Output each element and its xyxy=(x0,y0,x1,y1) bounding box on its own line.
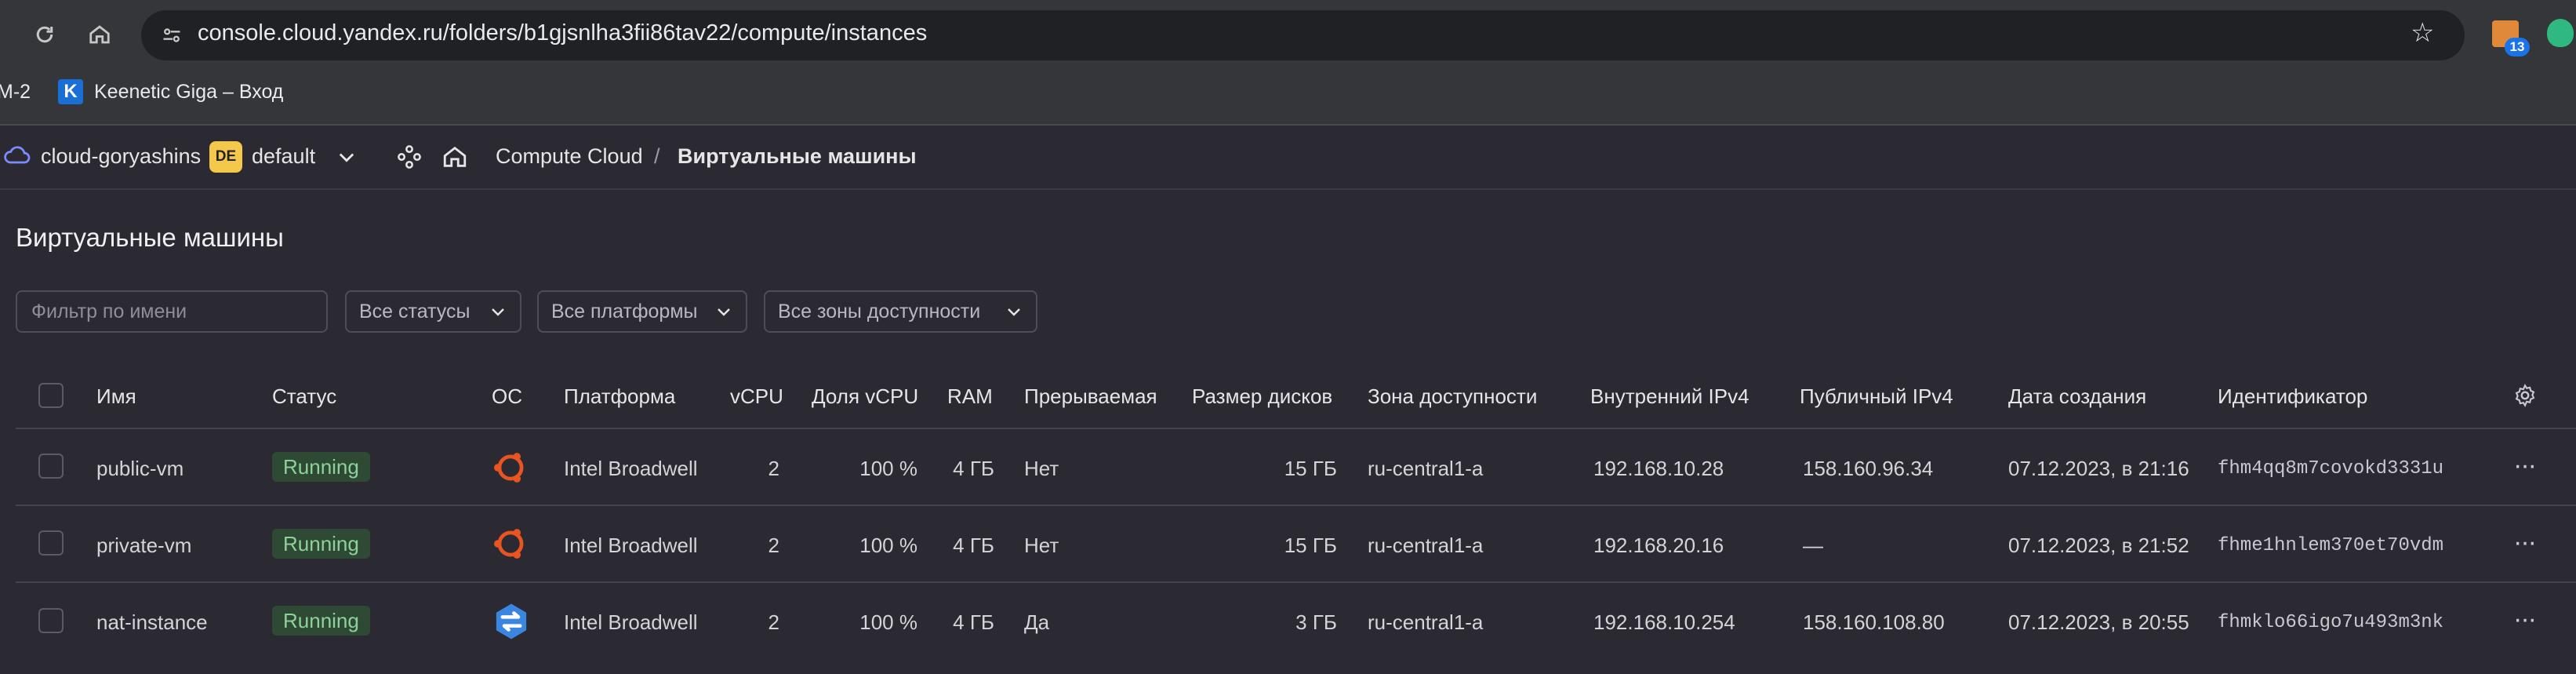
created-cell: 07.12.2023, в 21:52 xyxy=(2008,534,2189,557)
chevron-down-icon[interactable] xyxy=(336,146,358,172)
row-checkbox[interactable] xyxy=(38,608,64,633)
public-ip-cell: — xyxy=(1803,534,1823,557)
vcpu-share-cell: 100 % xyxy=(859,457,917,480)
row-menu-icon[interactable]: ··· xyxy=(2513,450,2537,481)
column-header-public-ip[interactable]: Публичный IPv4 xyxy=(1800,384,1953,409)
id-cell: fhme1hnlem370et70vdm xyxy=(2218,535,2444,556)
extension-map-icon[interactable] xyxy=(2547,19,2574,47)
zone-cell: ru-central1-a xyxy=(1368,610,1484,634)
ubuntu-icon xyxy=(490,523,531,568)
nat-instance-icon xyxy=(490,600,532,647)
chevron-down-icon xyxy=(718,308,730,316)
column-header-internal-ip[interactable]: Внутренний IPv4 xyxy=(1590,384,1749,409)
gear-icon[interactable] xyxy=(2512,383,2538,412)
column-header-vcpu[interactable]: vCPU xyxy=(730,384,783,409)
id-cell: fhm4qq8m7covokd3331u xyxy=(2218,458,2444,479)
services-icon[interactable] xyxy=(396,144,423,174)
created-cell: 07.12.2023, в 20:55 xyxy=(2008,610,2189,634)
ram-cell: 4 ГБ xyxy=(953,610,994,634)
preemptible-cell: Нет xyxy=(1024,534,1059,557)
disk-size-cell: 15 ГБ xyxy=(1284,457,1337,480)
zone-select[interactable]: Все зоны доступности xyxy=(764,290,1037,333)
column-header-preemptible[interactable]: Прерываемая xyxy=(1024,384,1157,409)
status-select-label: Все статусы xyxy=(359,300,471,322)
column-header-name[interactable]: Имя xyxy=(96,384,136,409)
column-header-os[interactable]: ОС xyxy=(492,384,522,409)
cloud-icon xyxy=(3,144,31,171)
preemptible-cell: Да xyxy=(1024,610,1050,634)
keenetic-icon: K xyxy=(58,79,83,104)
chevron-down-icon xyxy=(1008,308,1020,316)
internal-ip-cell: 192.168.10.28 xyxy=(1593,457,1724,480)
reload-icon xyxy=(36,26,53,43)
platform-cell: Intel Broadwell xyxy=(564,534,698,557)
vcpu-share-cell: 100 % xyxy=(859,610,917,634)
ubuntu-icon xyxy=(490,447,531,492)
vcpu-cell: 2 xyxy=(768,457,779,480)
row-menu-icon[interactable]: ··· xyxy=(2513,604,2537,635)
select-all-checkbox[interactable] xyxy=(38,383,64,408)
id-cell: fhmklo66igo7u493m3nk xyxy=(2218,612,2444,633)
bookmark-star-icon[interactable]: ☆ xyxy=(2411,17,2434,49)
column-header-platform[interactable]: Платформа xyxy=(564,384,675,409)
ram-cell: 4 ГБ xyxy=(953,534,994,557)
ram-cell: 4 ГБ xyxy=(953,457,994,480)
reload-button[interactable] xyxy=(25,15,64,54)
created-cell: 07.12.2023, в 21:16 xyxy=(2008,457,2189,480)
bookmarks-bar xyxy=(0,69,2576,126)
disk-size-cell: 3 ГБ xyxy=(1295,610,1337,634)
row-checkbox[interactable] xyxy=(38,530,64,556)
status-select[interactable]: Все статусы xyxy=(345,290,521,333)
home-button[interactable] xyxy=(80,15,119,54)
column-header-id[interactable]: Идентификатор xyxy=(2218,384,2367,409)
breadcrumb-separator: / xyxy=(654,144,660,168)
bookmark-item[interactable]: M-2 xyxy=(0,81,31,104)
folder-name[interactable]: default xyxy=(252,144,315,169)
url-text[interactable]: console.cloud.yandex.ru/folders/b1gjsnlh… xyxy=(198,20,927,46)
home-icon[interactable] xyxy=(441,144,468,174)
extension-badge: 13 xyxy=(2505,38,2530,56)
column-header-created[interactable]: Дата создания xyxy=(2008,384,2146,409)
vm-name[interactable]: public-vm xyxy=(96,457,183,481)
name-filter-input[interactable] xyxy=(16,290,328,333)
preemptible-cell: Нет xyxy=(1024,457,1059,480)
status-badge: Running xyxy=(272,452,370,482)
platform-cell: Intel Broadwell xyxy=(564,457,698,480)
vm-name[interactable]: nat-instance xyxy=(96,610,208,635)
platform-select[interactable]: Все платформы xyxy=(537,290,747,333)
bookmark-item-keenetic[interactable]: Keenetic Giga – Вход xyxy=(94,81,283,104)
public-ip-cell: 158.160.108.80 xyxy=(1803,610,1945,634)
vcpu-cell: 2 xyxy=(768,534,779,557)
row-menu-icon[interactable]: ··· xyxy=(2513,527,2537,558)
row-checkbox[interactable] xyxy=(38,454,64,479)
zone-cell: ru-central1-a xyxy=(1368,457,1484,480)
page-title: Виртуальные машины xyxy=(16,223,284,252)
breadcrumb-current: Виртуальные машины xyxy=(678,144,917,168)
folder-badge: DE xyxy=(209,141,242,173)
breadcrumb-service[interactable]: Compute Cloud xyxy=(496,144,643,169)
column-header-disk-size[interactable]: Размер дисков xyxy=(1192,384,1332,409)
vcpu-cell: 2 xyxy=(768,610,779,634)
cloud-name[interactable]: cloud-goryashins xyxy=(41,144,201,169)
internal-ip-cell: 192.168.10.254 xyxy=(1593,610,1735,634)
zone-select-label: Все зоны доступности xyxy=(778,300,981,322)
column-header-zone[interactable]: Зона доступности xyxy=(1368,384,1537,409)
vcpu-share-cell: 100 % xyxy=(859,534,917,557)
site-info-icon[interactable] xyxy=(155,19,188,52)
column-header-ram[interactable]: RAM xyxy=(947,384,993,409)
chevron-down-icon xyxy=(492,308,504,316)
status-badge: Running xyxy=(272,529,370,559)
platform-cell: Intel Broadwell xyxy=(564,610,698,634)
status-badge: Running xyxy=(272,606,370,636)
platform-select-label: Все платформы xyxy=(551,300,698,322)
disk-size-cell: 15 ГБ xyxy=(1284,534,1337,557)
internal-ip-cell: 192.168.20.16 xyxy=(1593,534,1724,557)
zone-cell: ru-central1-a xyxy=(1368,534,1484,557)
column-header-status[interactable]: Статус xyxy=(272,384,336,409)
vm-name[interactable]: private-vm xyxy=(96,534,191,558)
column-header-vcpu-share[interactable]: Доля vCPU xyxy=(812,384,918,409)
console-header xyxy=(0,126,2576,190)
public-ip-cell: 158.160.96.34 xyxy=(1803,457,1934,480)
home-icon xyxy=(89,25,110,44)
